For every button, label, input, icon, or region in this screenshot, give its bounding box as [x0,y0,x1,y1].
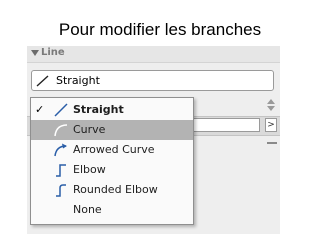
straight-line-icon [54,103,68,117]
menu-item-label: Curve [73,123,106,136]
line-style-menu: ✓ Straight Curve Arrowed Curve Elbow Rou… [30,97,194,225]
menu-item-straight[interactable]: ✓ Straight [31,100,193,120]
arrowed-curve-icon [54,143,67,157]
menu-item-label: Rounded Elbow [73,183,158,196]
elbow-line-icon [56,164,66,177]
disclosure-triangle-icon[interactable] [31,50,39,56]
line-style-value: Straight [56,74,100,87]
rounded-elbow-icon [56,184,66,197]
menu-item-none[interactable]: None [31,200,193,220]
menu-item-curve[interactable]: Curve [31,120,193,140]
menu-item-arrowed-curve[interactable]: Arrowed Curve [31,140,193,160]
line-section-header[interactable]: Line [27,46,280,63]
panel-field[interactable] [185,118,260,132]
up-down-stepper-icon[interactable] [265,98,277,112]
menu-item-label: Elbow [73,163,106,176]
menu-item-label: Straight [73,103,124,116]
checkmark-icon: ✓ [35,103,45,116]
slide-title: Pour modifier les branches [58,20,262,39]
menu-item-label: Arrowed Curve [73,143,155,156]
straight-line-icon [36,75,49,87]
line-style-select[interactable]: Straight [31,70,274,91]
menu-item-label: None [73,203,102,216]
menu-item-rounded-elbow[interactable]: Rounded Elbow [31,180,193,200]
menu-item-elbow[interactable]: Elbow [31,160,193,180]
minus-icon [267,142,277,144]
chevron-right-icon[interactable]: > [265,118,277,132]
curve-line-icon [54,124,68,137]
section-title: Line [41,47,65,58]
